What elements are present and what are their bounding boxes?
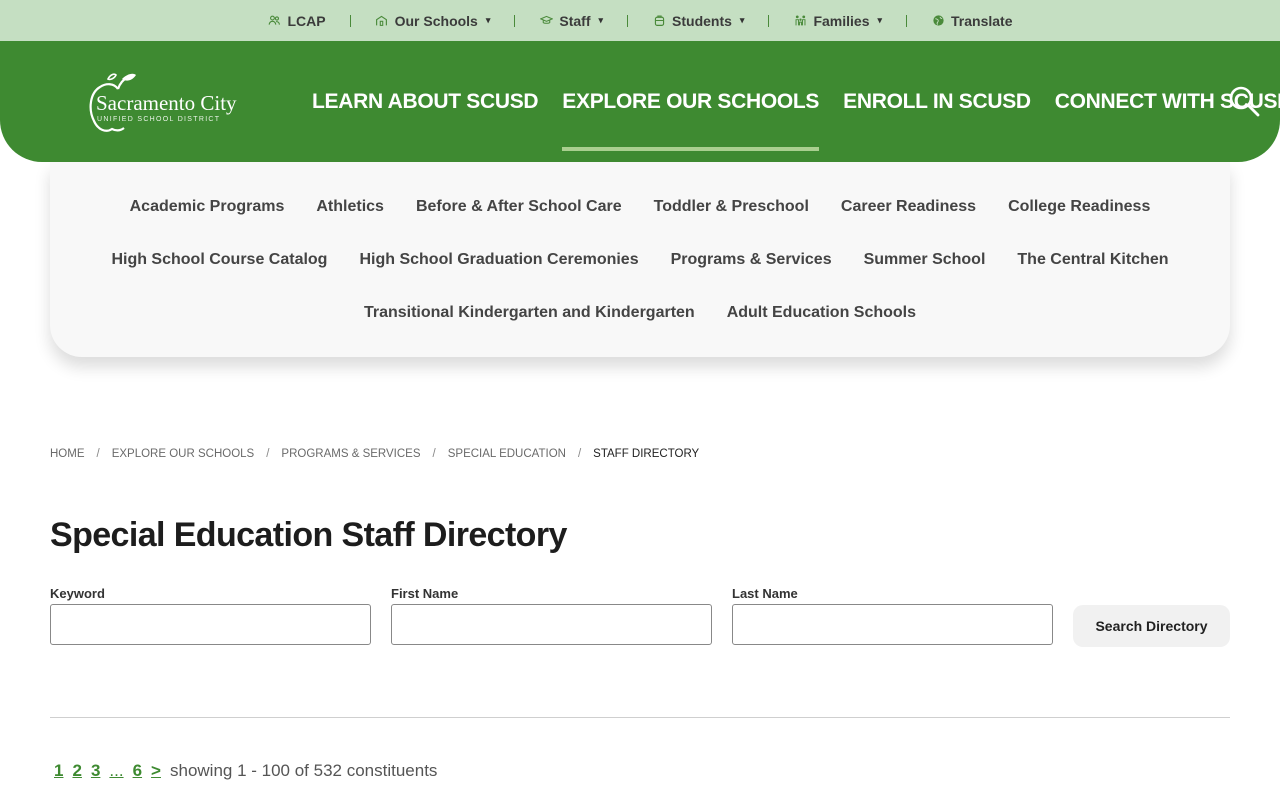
page-link-1[interactable]: 1: [54, 761, 63, 781]
util-link-staff[interactable]: Staff ▾: [515, 13, 627, 29]
breadcrumb-separator: /: [96, 448, 100, 460]
nav-enroll[interactable]: ENROLL IN SCUSD: [843, 90, 1031, 114]
util-label: Translate: [951, 12, 1013, 29]
last-name-field-group: Last Name: [732, 586, 1053, 645]
graduation-cap-icon: [539, 14, 553, 28]
logo-title: Sacramento City: [96, 91, 237, 115]
util-link-translate[interactable]: Translate: [907, 13, 1036, 29]
menu-link-toddler-preschool[interactable]: Toddler & Preschool: [654, 198, 809, 216]
main-nav: LEARN ABOUT SCUSD EXPLORE OUR SCHOOLS EN…: [312, 41, 1280, 162]
util-label: Students: [672, 12, 732, 29]
chevron-down-icon: ▾: [877, 15, 883, 25]
breadcrumb-separator: /: [577, 448, 582, 460]
util-link-our-schools[interactable]: Our Schools ▾: [351, 13, 515, 29]
util-label: LCAP: [287, 12, 326, 29]
family-icon: [793, 14, 807, 28]
backpack-icon: [652, 14, 666, 28]
explore-schools-menu: Academic Programs Athletics Before & Aft…: [50, 162, 1230, 357]
breadcrumb-programs-services[interactable]: PROGRAMS & SERVICES: [281, 448, 420, 460]
keyword-label: Keyword: [50, 586, 105, 601]
menu-link-academic-programs[interactable]: Academic Programs: [130, 198, 285, 216]
search-directory-button[interactable]: Search Directory: [1073, 605, 1230, 647]
school-icon: [375, 14, 389, 28]
menu-link-college-readiness[interactable]: College Readiness: [1008, 198, 1150, 216]
menu-link-adult-education[interactable]: Adult Education Schools: [727, 304, 916, 322]
menu-link-course-catalog[interactable]: High School Course Catalog: [111, 251, 327, 269]
nav-learn-about[interactable]: LEARN ABOUT SCUSD: [312, 90, 539, 114]
search-button[interactable]: [1228, 85, 1260, 117]
logo-subtitle: UNIFIED SCHOOL DISTRICT: [97, 116, 221, 123]
first-name-label: First Name: [391, 586, 459, 601]
util-label: Our Schools: [394, 12, 478, 29]
breadcrumb-separator: /: [266, 448, 270, 460]
pagination: 1 2 3 ... 6 > showing 1 - 100 of 532 con…: [54, 761, 437, 781]
page-link-last[interactable]: 6: [133, 761, 142, 781]
breadcrumb: HOME / EXPLORE OUR SCHOOLS / PROGRAMS & …: [50, 448, 699, 460]
page-link-3[interactable]: 3: [91, 761, 100, 781]
people-icon: [267, 14, 281, 28]
breadcrumb-home[interactable]: HOME: [50, 448, 85, 460]
menu-row: Transitional Kindergarten and Kindergart…: [50, 304, 1230, 322]
menu-row: Academic Programs Athletics Before & Aft…: [50, 198, 1230, 216]
menu-link-tk-kindergarten[interactable]: Transitional Kindergarten and Kindergart…: [364, 304, 695, 322]
util-link-students[interactable]: Students ▾: [628, 13, 768, 29]
menu-link-programs-services[interactable]: Programs & Services: [671, 251, 832, 269]
nav-explore-schools[interactable]: EXPLORE OUR SCHOOLS: [562, 90, 819, 151]
results-count: showing 1 - 100 of 532 constituents: [169, 761, 438, 780]
page-next-link[interactable]: >: [151, 761, 161, 781]
util-label: Staff: [559, 12, 591, 29]
breadcrumb-explore-schools[interactable]: EXPLORE OUR SCHOOLS: [112, 448, 255, 460]
last-name-label: Last Name: [732, 586, 798, 601]
divider: [50, 717, 1230, 718]
chevron-down-icon: ▾: [485, 15, 491, 25]
utility-bar: LCAP Our Schools ▾ Staff ▾ Students ▾ Fa…: [0, 0, 1280, 41]
main-header: Sacramento City UNIFIED SCHOOL DISTRICT …: [0, 41, 1280, 162]
chevron-down-icon: ▾: [598, 15, 604, 25]
first-name-input[interactable]: [391, 604, 712, 645]
menu-row: High School Course Catalog High School G…: [50, 251, 1230, 269]
page-link-2[interactable]: 2: [72, 761, 81, 781]
util-link-families[interactable]: Families ▾: [769, 13, 906, 29]
breadcrumb-special-education[interactable]: SPECIAL EDUCATION: [448, 448, 566, 460]
chevron-down-icon: ▾: [739, 15, 745, 25]
menu-link-athletics[interactable]: Athletics: [316, 198, 384, 216]
keyword-input[interactable]: [50, 604, 371, 645]
district-logo[interactable]: Sacramento City UNIFIED SCHOOL DISTRICT: [80, 67, 250, 137]
menu-link-before-after-care[interactable]: Before & After School Care: [416, 198, 622, 216]
pagination-ellipsis: ...: [109, 761, 124, 780]
util-link-lcap[interactable]: LCAP: [243, 13, 349, 29]
menu-link-graduation-ceremonies[interactable]: High School Graduation Ceremonies: [359, 251, 638, 269]
util-label: Families: [813, 12, 870, 29]
search-icon: [1229, 86, 1260, 117]
last-name-input[interactable]: [732, 604, 1053, 645]
breadcrumb-separator: /: [432, 448, 436, 460]
keyword-field-group: Keyword: [50, 586, 371, 645]
menu-link-career-readiness[interactable]: Career Readiness: [841, 198, 976, 216]
globe-icon: [931, 14, 945, 28]
menu-link-summer-school[interactable]: Summer School: [864, 251, 986, 269]
breadcrumb-current: STAFF DIRECTORY: [593, 448, 700, 460]
menu-link-central-kitchen[interactable]: The Central Kitchen: [1017, 251, 1168, 269]
page-title: Special Education Staff Directory: [50, 516, 567, 554]
first-name-field-group: First Name: [391, 586, 712, 645]
